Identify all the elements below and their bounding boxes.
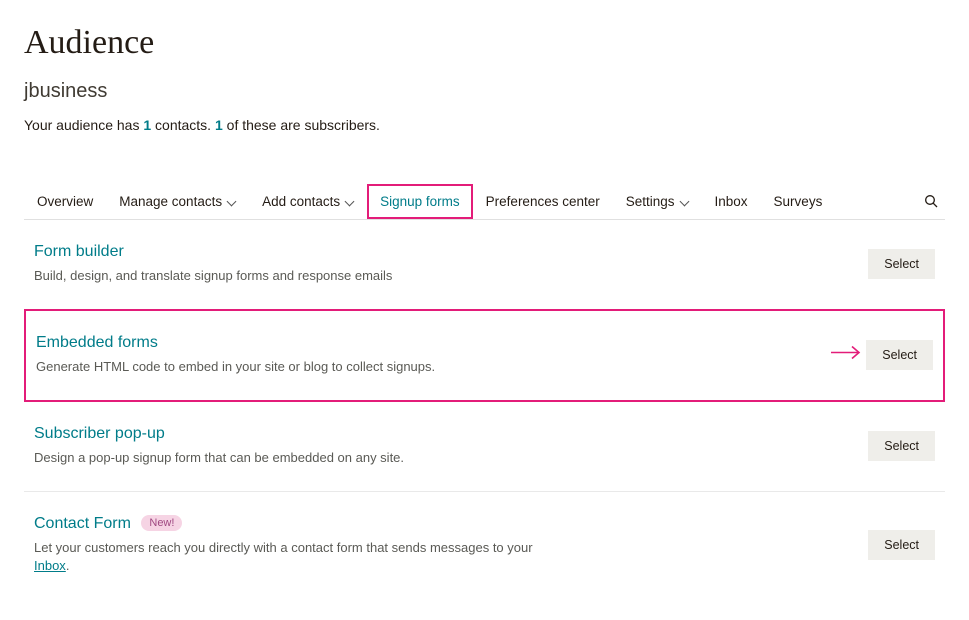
new-badge: New! — [141, 515, 182, 531]
row-subscriber-popup: Subscriber pop-up Design a pop-up signup… — [24, 402, 945, 492]
tab-add-contacts-label: Add contacts — [262, 194, 340, 209]
contact-form-desc-suffix: . — [66, 558, 70, 573]
tab-add-contacts[interactable]: Add contacts — [249, 184, 367, 219]
row-subscriber-popup-desc: Design a pop-up signup form that can be … — [34, 449, 404, 468]
select-embedded-forms-button[interactable]: Select — [866, 340, 933, 370]
row-contact-form-title-text: Contact Form — [34, 515, 131, 532]
tab-preferences-center-label: Preferences center — [486, 194, 600, 209]
tab-preferences-center[interactable]: Preferences center — [473, 184, 613, 219]
row-form-builder-desc: Build, design, and translate signup form… — [34, 267, 392, 286]
subscribers-count: 1 — [215, 117, 223, 133]
summary-prefix: Your audience has — [24, 117, 143, 133]
contacts-count: 1 — [143, 117, 151, 133]
audience-name: jbusiness — [24, 80, 945, 103]
row-contact-form: Contact Form New! Let your customers rea… — [24, 492, 945, 600]
search-button[interactable] — [910, 183, 945, 219]
tab-overview[interactable]: Overview — [24, 184, 106, 219]
tab-surveys-label: Surveys — [774, 194, 823, 209]
contact-form-desc-prefix: Let your customers reach you directly wi… — [34, 540, 533, 555]
tab-inbox-label: Inbox — [715, 194, 748, 209]
signup-forms-list: Form builder Build, design, and translat… — [24, 220, 945, 599]
chevron-down-icon — [228, 197, 236, 205]
summary-mid: contacts. — [151, 117, 215, 133]
row-contact-form-title[interactable]: Contact Form New! — [34, 515, 554, 533]
row-embedded-forms-title[interactable]: Embedded forms — [36, 334, 435, 352]
chevron-down-icon — [346, 197, 354, 205]
tab-manage-contacts[interactable]: Manage contacts — [106, 184, 249, 219]
tab-inbox[interactable]: Inbox — [702, 184, 761, 219]
chevron-down-icon — [681, 197, 689, 205]
tab-bar: Overview Manage contacts Add contacts Si… — [24, 183, 945, 220]
tab-surveys[interactable]: Surveys — [761, 184, 836, 219]
inbox-link[interactable]: Inbox — [34, 558, 66, 573]
tab-signup-forms[interactable]: Signup forms — [367, 184, 473, 219]
search-icon — [923, 193, 939, 209]
select-subscriber-popup-button[interactable]: Select — [868, 431, 935, 461]
summary-suffix: of these are subscribers. — [223, 117, 380, 133]
row-embedded-forms: Embedded forms Generate HTML code to emb… — [24, 309, 945, 402]
row-form-builder-title[interactable]: Form builder — [34, 243, 392, 261]
row-subscriber-popup-title[interactable]: Subscriber pop-up — [34, 425, 404, 443]
select-form-builder-button[interactable]: Select — [868, 249, 935, 279]
tab-overview-label: Overview — [37, 194, 93, 209]
arrow-annotation-icon — [829, 344, 863, 367]
select-contact-form-button[interactable]: Select — [868, 530, 935, 560]
audience-summary: Your audience has 1 contacts. 1 of these… — [24, 117, 945, 133]
row-contact-form-desc: Let your customers reach you directly wi… — [34, 539, 554, 577]
tab-signup-forms-label: Signup forms — [380, 194, 460, 209]
page-title: Audience — [24, 24, 945, 62]
tab-manage-contacts-label: Manage contacts — [119, 194, 222, 209]
tab-settings[interactable]: Settings — [613, 184, 702, 219]
row-embedded-forms-desc: Generate HTML code to embed in your site… — [36, 358, 435, 377]
tab-settings-label: Settings — [626, 194, 675, 209]
row-form-builder: Form builder Build, design, and translat… — [24, 220, 945, 310]
